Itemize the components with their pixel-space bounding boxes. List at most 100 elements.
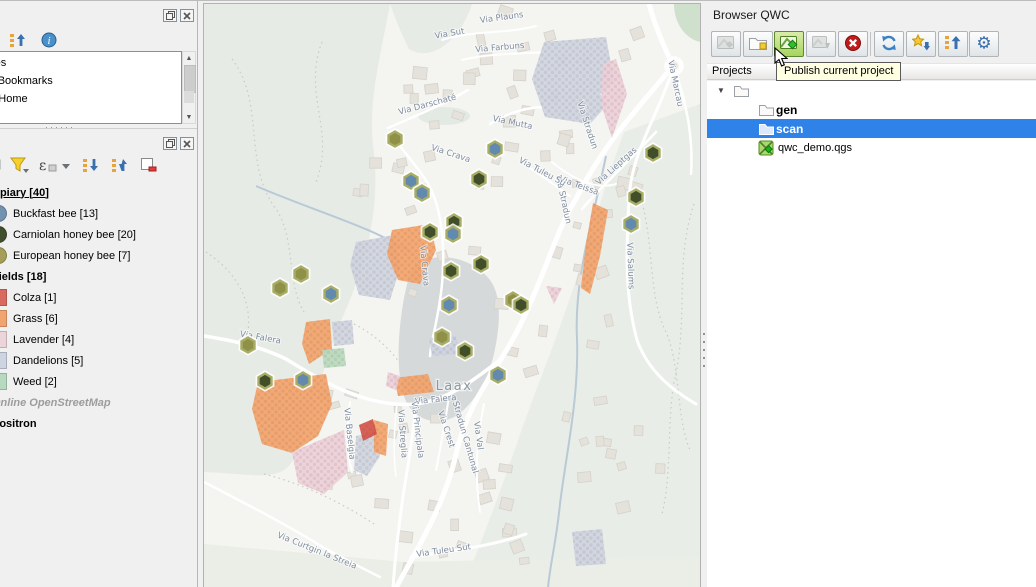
publish-gray-icon (716, 34, 736, 54)
legend-symbol-circle (0, 247, 7, 264)
expand-all-button[interactable] (79, 155, 101, 175)
legend-label: Positron (0, 418, 37, 430)
collapse-all-button[interactable] (108, 155, 130, 175)
browser-tree[interactable]: Favorites Spatial Bookmarks Project Home (0, 51, 182, 124)
legend-item[interactable]: Carniolan honey bee [20] (0, 224, 197, 245)
browser-item[interactable]: Favorites (0, 54, 124, 72)
projects-header-label: Projects (712, 65, 752, 77)
filter-expression-button[interactable]: ε (38, 155, 72, 175)
project-tree-row[interactable]: ▼ (707, 81, 1036, 100)
collapse-all-button[interactable] (938, 31, 968, 57)
apiary-marker-carniolan (444, 263, 459, 280)
map-theme-icon (0, 157, 2, 173)
expand-arrow-icon[interactable]: ▼ (717, 86, 725, 95)
new-folder-icon (748, 34, 768, 54)
new-folder-button[interactable] (743, 31, 773, 57)
legend-label: Dandelions [5] (13, 355, 83, 367)
legend-symbol-circle (0, 205, 7, 222)
browser-item[interactable]: Project Home (0, 90, 124, 108)
filter-icon (10, 157, 30, 174)
project-tree-row[interactable]: gen (707, 100, 1036, 119)
legend-item[interactable]: Colza [1] (0, 287, 197, 308)
favorites-button[interactable] (906, 31, 936, 57)
legend-symbol-square (0, 331, 7, 348)
apiary-marker-buckfast (624, 216, 639, 233)
settings-button[interactable]: ⚙ (969, 31, 999, 57)
project-tree-row[interactable]: qwc_demo.qgs (707, 138, 1036, 157)
collapse-all-icon (944, 34, 962, 54)
mouse-cursor (773, 47, 788, 68)
legend-item[interactable]: European honey bee [7] (0, 245, 197, 266)
apiary-marker-european (294, 266, 309, 283)
legend-item[interactable]: Lavender [4] (0, 329, 197, 350)
scroll-up-icon[interactable]: ▲ (183, 52, 195, 64)
street-label: Via Salums (624, 242, 636, 290)
refresh-icon (880, 34, 898, 55)
import-gray-icon (811, 34, 831, 54)
float-panel-button[interactable] (163, 137, 177, 150)
legend-group[interactable]: Positron (0, 413, 197, 434)
folder-icon (758, 121, 774, 139)
remove-layer-icon (140, 157, 157, 174)
folder-icon (733, 83, 749, 101)
apiary-marker-carniolan (423, 224, 438, 241)
apiary-marker-carniolan (629, 189, 644, 206)
filter-legend-button[interactable] (9, 155, 31, 175)
legend-group[interactable]: Online OpenStreetMap (0, 392, 197, 413)
panel-title: Browser QWC (713, 8, 790, 22)
legend-item[interactable]: Buckfast bee [13] (0, 203, 197, 224)
expression-icon: ε (38, 157, 72, 174)
browser-item-label: Project Home (0, 93, 28, 105)
scroll-thumb[interactable] (184, 65, 196, 93)
legend-group[interactable]: Fields [18] (0, 266, 197, 287)
projects-tree[interactable]: ▼ genscan qwc_demo.qgs (707, 81, 1036, 587)
apiary-marker-buckfast (324, 286, 339, 303)
apiary-marker-european (273, 280, 288, 297)
browser-item[interactable]: Spatial Bookmarks (0, 72, 124, 90)
remove-layer-button[interactable] (137, 155, 159, 175)
apiary-marker-carniolan (514, 297, 529, 314)
legend-symbol-square (0, 310, 7, 327)
legend-item[interactable]: Weed [2] (0, 371, 197, 392)
map-svg: Via DarschatéVia SutVia PlaunsVia Farbun… (204, 4, 700, 587)
delete-project-button[interactable] (838, 31, 868, 57)
manage-themes-button[interactable] (0, 155, 2, 175)
expand-all-icon (82, 157, 99, 173)
legend-symbol-square (0, 373, 7, 390)
layers-tree[interactable]: Apiary [40]Buckfast bee [13]Carniolan ho… (0, 182, 197, 587)
project-tree-row[interactable]: scan (707, 119, 1036, 138)
legend-symbol-circle (0, 226, 7, 243)
qgis-window: i Favorites Spatial Bookmarks Project Home… (0, 0, 1036, 587)
browser-scrollbar[interactable]: ▲ ▼ (182, 51, 196, 124)
browser-item-label: Favorites (0, 57, 6, 69)
apiary-marker-carniolan (646, 145, 661, 162)
project-tree-label: qwc_demo.qgs (778, 142, 852, 154)
map-canvas[interactable]: Via DarschatéVia SutVia PlaunsVia Farbun… (203, 3, 701, 587)
float-panel-button[interactable] (163, 9, 177, 22)
browser-panel: i Favorites Spatial Bookmarks Project Home… (0, 1, 197, 128)
toolbar-separator (870, 32, 871, 56)
legend-group[interactable]: Apiary [40] (0, 182, 197, 203)
refresh-button[interactable] (874, 31, 904, 57)
legend-item[interactable]: Dandelions [5] (0, 350, 197, 371)
legend-label: Online OpenStreetMap (0, 397, 111, 409)
qgs-project-icon (758, 140, 774, 159)
properties-widget-button[interactable]: i (38, 30, 60, 50)
scroll-track[interactable] (184, 91, 194, 103)
collapse-all-icon (111, 157, 128, 173)
close-panel-button[interactable] (180, 9, 194, 22)
svg-text:i: i (47, 35, 50, 47)
legend-label: European honey bee [7] (13, 250, 130, 262)
publish-project-button[interactable] (711, 31, 741, 57)
legend-item[interactable]: Grass [6] (0, 308, 197, 329)
legend-symbol-square (0, 289, 7, 306)
import-project-button[interactable] (806, 31, 836, 57)
apiary-marker-european (435, 329, 450, 346)
delete-icon (844, 34, 862, 55)
scroll-down-icon[interactable]: ▼ (183, 111, 195, 123)
close-panel-button[interactable] (180, 137, 194, 150)
splitter-handle-icon (703, 333, 705, 373)
dock-border (197, 1, 198, 587)
apiary-marker-european (241, 337, 256, 354)
collapse-all-button[interactable] (6, 30, 28, 50)
